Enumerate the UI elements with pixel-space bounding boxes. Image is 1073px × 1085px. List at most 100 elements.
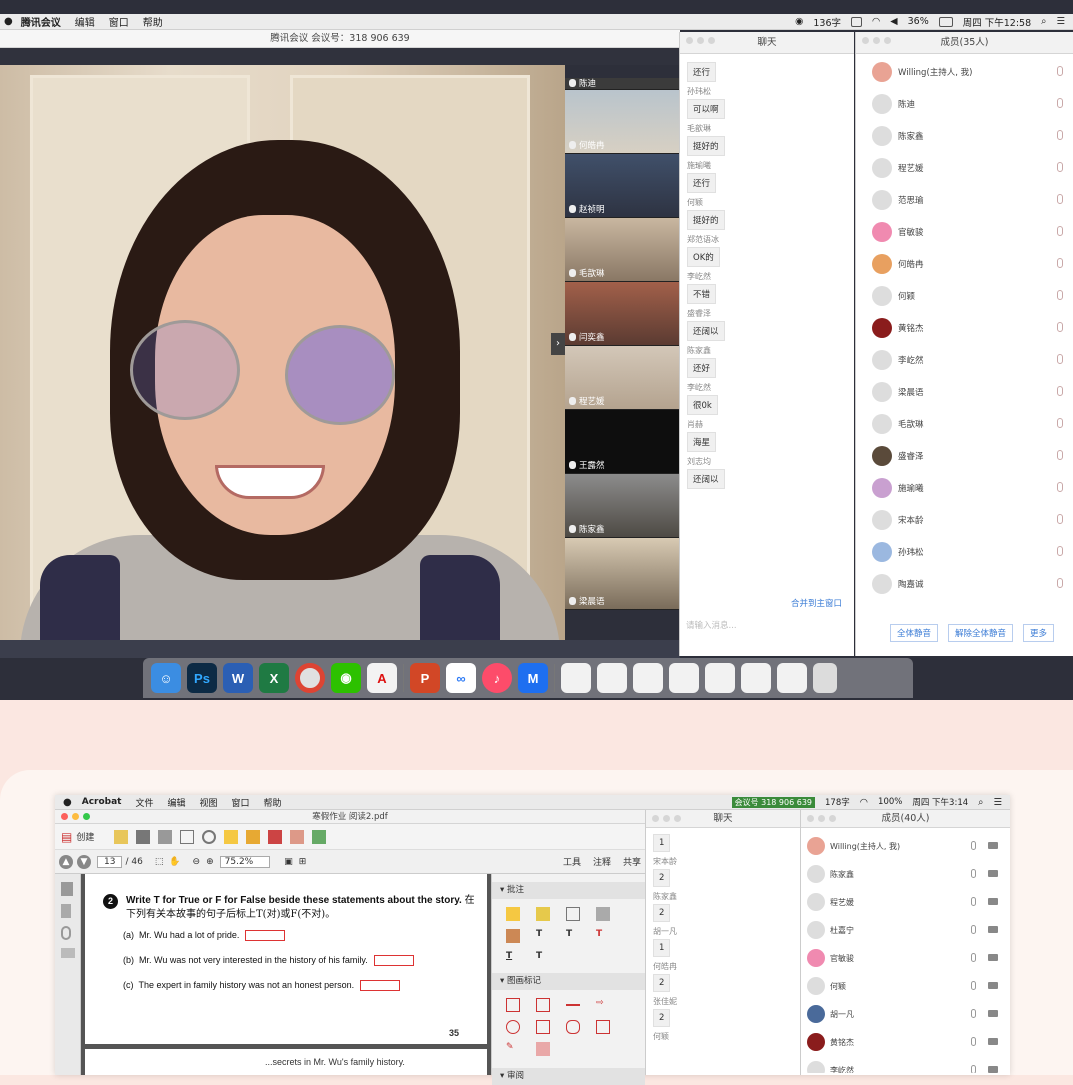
menu-file[interactable]: 文件 bbox=[135, 796, 153, 809]
mic-icon[interactable] bbox=[1057, 322, 1063, 332]
menu-app[interactable]: Acrobat bbox=[82, 797, 122, 807]
stamp-icon[interactable] bbox=[268, 829, 283, 844]
camera-icon[interactable] bbox=[988, 926, 998, 933]
meeting-badge[interactable]: 会议号 318 906 639 bbox=[731, 796, 815, 808]
member-row[interactable]: 黄铭杰 bbox=[801, 1028, 1010, 1056]
wifi-icon[interactable]: ◠ bbox=[860, 797, 868, 808]
mic-icon[interactable] bbox=[1057, 226, 1063, 236]
insert-text-icon[interactable]: T bbox=[536, 951, 550, 965]
member-row[interactable]: 官敏骏 bbox=[856, 216, 1073, 248]
member-row[interactable]: Willing(主持人, 我) bbox=[856, 56, 1073, 88]
create-icon[interactable]: ▤ bbox=[61, 830, 72, 844]
grid-icon[interactable] bbox=[851, 16, 862, 27]
search-icon[interactable]: ⌕ bbox=[978, 797, 983, 808]
stamp-icon[interactable] bbox=[506, 929, 520, 943]
member-row[interactable]: 程艺媛 bbox=[856, 152, 1073, 184]
mic-icon[interactable] bbox=[1057, 386, 1063, 396]
mic-icon[interactable] bbox=[971, 841, 976, 850]
select-tool-icon[interactable]: ⬚ bbox=[155, 857, 164, 867]
member-row[interactable]: 杜嘉宁 bbox=[801, 916, 1010, 944]
note-icon[interactable] bbox=[506, 907, 520, 921]
panel-header[interactable]: ▾ 审阅 bbox=[492, 1068, 645, 1085]
member-row[interactable]: 李屹然 bbox=[801, 1056, 1010, 1073]
cloud-icon[interactable] bbox=[566, 1020, 580, 1034]
thumbnail[interactable]: 闫奕鑫 bbox=[565, 282, 679, 346]
collapse-arrow-icon[interactable]: › bbox=[551, 333, 565, 355]
camera-icon[interactable] bbox=[988, 898, 998, 905]
menu-app[interactable]: 腾讯会议 bbox=[21, 14, 61, 29]
mute-all-button[interactable]: 全体静音 bbox=[890, 624, 939, 642]
member-row[interactable]: 程艺媛 bbox=[801, 888, 1010, 916]
panel-header[interactable]: ▾ 批注 bbox=[492, 882, 645, 899]
member-row[interactable]: 毛歆琳 bbox=[856, 408, 1073, 440]
acrobat-icon[interactable]: A bbox=[367, 663, 397, 693]
list-icon[interactable]: ☰ bbox=[993, 797, 1002, 808]
mic-icon[interactable] bbox=[1057, 418, 1063, 428]
comment-icon[interactable] bbox=[246, 829, 261, 844]
member-row[interactable]: 李屹然 bbox=[856, 344, 1073, 376]
window-controls[interactable] bbox=[686, 37, 715, 44]
zoom-select[interactable]: 75.2% bbox=[219, 855, 271, 868]
member-row[interactable]: 陶嘉诚 bbox=[856, 568, 1073, 600]
oval-icon[interactable] bbox=[506, 1020, 520, 1034]
photoshop-icon[interactable]: Ps bbox=[187, 663, 217, 693]
menu-window[interactable]: 窗口 bbox=[232, 796, 250, 809]
trash-icon[interactable] bbox=[813, 663, 837, 693]
underline-icon[interactable]: T bbox=[506, 951, 520, 965]
eraser-icon[interactable] bbox=[536, 1042, 550, 1056]
tab-comment[interactable]: 注释 bbox=[593, 855, 611, 868]
prev-page-icon[interactable]: ▲ bbox=[59, 854, 73, 869]
menu-window[interactable]: 窗口 bbox=[109, 14, 129, 29]
mic-icon[interactable] bbox=[1057, 194, 1063, 204]
chat-input[interactable]: 请输入消息... bbox=[686, 619, 737, 631]
fit-page-icon[interactable]: ▣ bbox=[284, 857, 293, 867]
camera-icon[interactable] bbox=[988, 842, 998, 849]
thumbnail[interactable]: 陈家鑫 bbox=[565, 474, 679, 538]
tencent-meeting-icon[interactable]: M bbox=[518, 663, 548, 693]
member-row[interactable]: 陈家鑫 bbox=[801, 860, 1010, 888]
menu-edit[interactable]: 编辑 bbox=[168, 796, 186, 809]
square-icon[interactable] bbox=[536, 1020, 550, 1034]
word-icon[interactable]: W bbox=[223, 663, 253, 693]
camera-icon[interactable] bbox=[988, 1066, 998, 1073]
highlight-icon[interactable] bbox=[536, 907, 550, 921]
zoom-in-icon[interactable]: ⊕ bbox=[206, 857, 214, 867]
panel-header[interactable]: ▾ 图画标记 bbox=[492, 973, 645, 990]
window-controls[interactable] bbox=[652, 815, 681, 822]
apple-icon[interactable]: ● bbox=[63, 797, 72, 808]
signature-icon[interactable] bbox=[61, 948, 75, 958]
camera-icon[interactable] bbox=[988, 1038, 998, 1045]
save-icon[interactable] bbox=[136, 829, 151, 844]
tab-share[interactable]: 共享 bbox=[623, 855, 641, 868]
attachment-icon[interactable] bbox=[61, 926, 71, 940]
mic-icon[interactable] bbox=[1057, 162, 1063, 172]
member-row[interactable]: 盛睿泽 bbox=[856, 440, 1073, 472]
member-row[interactable]: 陈迪 bbox=[856, 88, 1073, 120]
email-icon[interactable] bbox=[180, 829, 195, 844]
camera-icon[interactable] bbox=[988, 870, 998, 877]
sign-icon[interactable] bbox=[290, 829, 305, 844]
thumbnail[interactable]: 王露然 bbox=[565, 410, 679, 474]
mic-icon[interactable] bbox=[1057, 98, 1063, 108]
member-row[interactable]: 何皓冉 bbox=[856, 248, 1073, 280]
mic-icon[interactable] bbox=[1057, 130, 1063, 140]
mic-icon[interactable] bbox=[1057, 258, 1063, 268]
mic-icon[interactable] bbox=[971, 981, 976, 990]
datetime[interactable]: 周四 下午12:58 bbox=[963, 15, 1031, 29]
mic-icon[interactable] bbox=[1057, 354, 1063, 364]
page-input[interactable]: 13 bbox=[97, 855, 123, 868]
member-row[interactable]: 黄铭杰 bbox=[856, 312, 1073, 344]
menu-help[interactable]: 帮助 bbox=[264, 796, 282, 809]
export-icon[interactable] bbox=[312, 829, 327, 844]
finder-icon[interactable]: ☺ bbox=[151, 663, 181, 693]
search-icon[interactable]: ⌕ bbox=[1041, 16, 1046, 27]
fullscreen-icon[interactable]: ⊞ bbox=[299, 857, 307, 867]
mic-icon[interactable] bbox=[971, 869, 976, 878]
mic-icon[interactable] bbox=[971, 1065, 976, 1073]
open-icon[interactable] bbox=[114, 829, 129, 844]
window-thumbnail-icon[interactable] bbox=[597, 663, 627, 693]
camera-icon[interactable] bbox=[988, 982, 998, 989]
thumbnail[interactable]: 赵祯明 bbox=[565, 154, 679, 218]
window-controls[interactable] bbox=[862, 37, 891, 44]
more-button[interactable]: 更多 bbox=[1023, 624, 1055, 642]
